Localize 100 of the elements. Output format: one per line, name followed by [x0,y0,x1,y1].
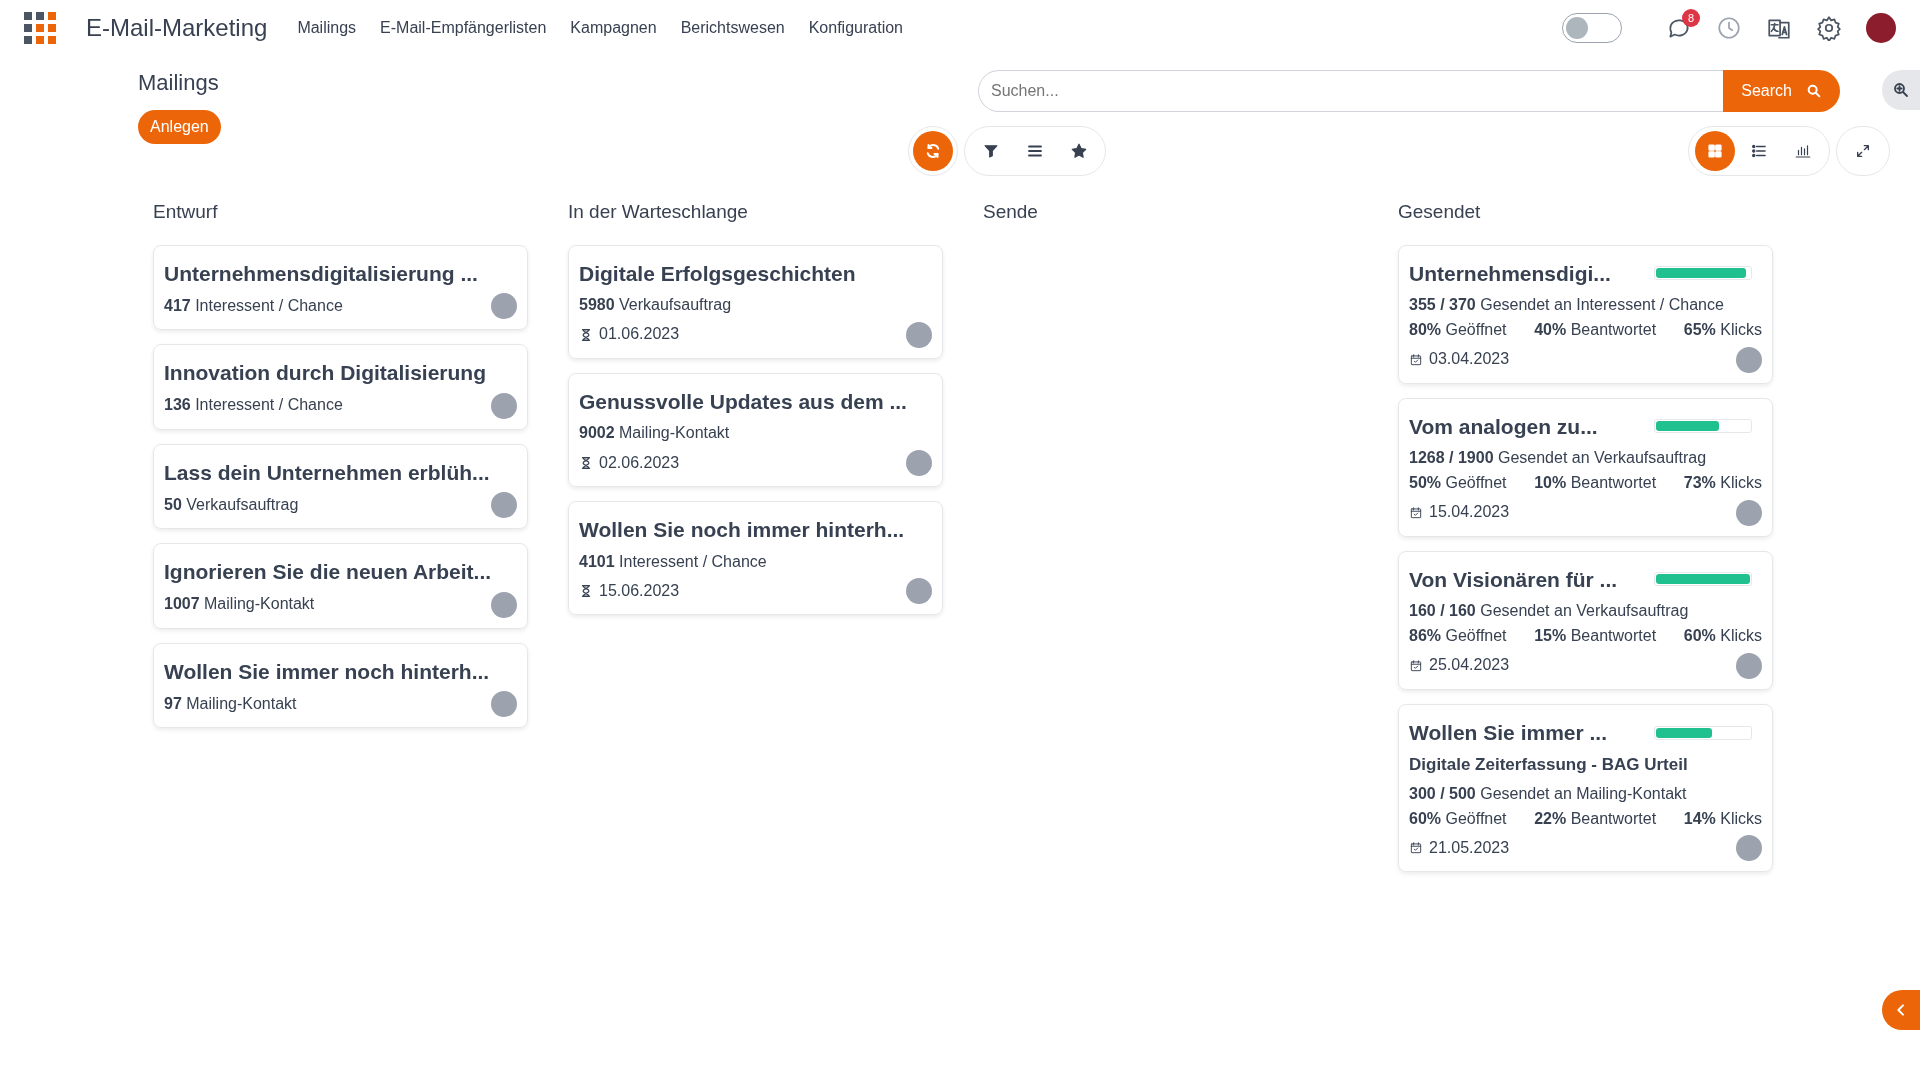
card-date: 01.06.2023 [599,324,680,345]
hourglass-icon [579,584,593,599]
mailing-card[interactable]: Digitale Erfolgsgeschichten 5980 Verkaufsauftrag 01.06.2023 [568,244,943,359]
user-avatar[interactable] [1866,13,1896,43]
hourglass-icon [579,327,593,342]
app-title: E-Mail-Marketing [86,13,268,43]
mailing-card[interactable]: Unternehmensdigitalisierung ... 417 Interessent / Chance [153,244,528,330]
expand-icon [1855,143,1871,159]
card-date: 25.04.2023 [1429,655,1510,676]
avatar-circle [1736,652,1762,679]
calendar-icon [1409,505,1423,520]
avatar-circle [1736,499,1762,526]
recipient-count: 50 Verkaufsauftrag [164,494,299,515]
card-date: 02.06.2023 [599,452,680,473]
recipient-count: 160 / 160 Gesendet an Verkaufsauftrag [1409,601,1690,622]
stat-text: 10% Beantwortet [1534,472,1657,493]
card-title: Ignorieren Sie die neuen Arbeit... [164,559,492,585]
column-title: Sende [983,200,1039,224]
stat-text: 15% Beantwortet [1534,626,1657,646]
calendar-icon [1409,841,1423,856]
avatar-circle [906,450,932,477]
recipient-count: 300 / 500 Gesendet an Mailing-Kontakt [1409,783,1688,804]
recipient-count: 4101 Interessent / Chance [579,551,768,572]
avatar-circle [1736,835,1762,862]
avatar-circle [1736,346,1762,373]
card-date: 03.04.2023 [1429,349,1510,370]
column-title: Gesendet [1398,200,1482,224]
card-title: Vom analogen zu... [1409,413,1598,440]
menu-link[interactable]: Kampagnen [570,16,657,40]
search-field[interactable]: Suchen... [978,70,1724,112]
card-title: Unternehmensdigi... [1409,260,1611,287]
stat-text: 22% Beantwortet [1534,808,1657,829]
stat-text: 60% Klicks [1683,626,1762,646]
list-icon [1750,142,1768,160]
card-date: 15.06.2023 [599,581,680,601]
star-icon [1070,142,1088,160]
stat-text: 86% Geöffnet [1409,626,1507,646]
notification-count: 8 [1682,9,1700,27]
apps-menu-icon[interactable] [24,12,56,44]
menu-link[interactable]: Mailings [297,16,357,40]
avatar-circle [906,321,932,348]
card-title: Genussvolle Updates aus dem ... [579,388,907,415]
stat-text: 65% Klicks [1683,319,1762,340]
card-date: 15.04.2023 [1429,502,1510,523]
avatar-circle [491,392,517,419]
zoom-in-icon [1892,81,1910,99]
mailing-card[interactable]: Wollen Sie immer ... Digitale Zeiterfassung - BAG Urteil 300 / 500 Gesendet an Mailing-Kontakt 60% Geöffnet 22% Beantwortet 14% Klicks 21.05.2023 [1398,703,1773,873]
recipient-count: 1007 Mailing-Kontakt [164,594,315,615]
avatar-circle [491,492,517,518]
card-title: Digitale Erfolgsgeschichten [579,260,856,287]
refresh-icon [924,142,942,160]
recipient-count: 1268 / 1900 Gesendet an Verkaufsauftrag [1409,448,1708,469]
mailing-card[interactable]: Unternehmensdigi... 355 / 370 Gesendet an Interessent / Chance 80% Geöffnet 40% Beantwortet 65% Klicks 03.04.2023 [1398,244,1773,384]
mailing-card[interactable]: Ignorieren Sie die neuen Arbeit... 1007 Mailing-Kontakt [153,543,528,629]
grid-icon [1706,142,1724,160]
menu-link[interactable]: Berichtswesen [680,16,785,40]
column-title: In der Warteschlange [568,200,749,224]
filter-icon [983,143,999,159]
avatar-circle [491,293,517,319]
settings-icon[interactable] [1816,15,1842,41]
stat-text: 73% Klicks [1683,472,1762,493]
card-title: Innovation durch Digitalisierung [164,360,486,386]
bar-chart-icon [1794,142,1812,160]
stat-text: 14% Klicks [1683,808,1762,829]
menu-link[interactable]: E-Mail-Empfängerlisten [380,16,547,40]
card-title: Wollen Sie noch immer hinterh... [579,517,905,544]
calendar-icon [1409,658,1423,673]
refresh-button[interactable] [913,131,953,171]
card-title: Lass dein Unternehmen erblüh... [164,459,490,486]
card-title: Wollen Sie immer noch hinterh... [164,658,490,685]
mailing-card[interactable]: Genussvolle Updates aus dem ... 9002 Mailing-Kontakt 02.06.2023 [568,372,943,488]
avatar-circle [491,591,517,618]
card-subtitle: Digitale Zeiterfassung - BAG Urteil [1409,754,1689,777]
mailing-card[interactable]: Lass dein Unternehmen erblüh... 50 Verkaufsauftrag [153,443,528,529]
avatar-circle [491,691,517,717]
card-date: 21.05.2023 [1429,837,1510,858]
menu-link[interactable]: Konfiguration [808,16,903,40]
recipient-count: 355 / 370 Gesendet an Interessent / Chance [1409,295,1725,315]
hourglass-icon [579,456,593,471]
recipient-count: 9002 Mailing-Kontakt [579,423,731,444]
calendar-icon [1409,352,1423,367]
mailing-card[interactable]: Wollen Sie immer noch hinterh... 97 Mailing-Kontakt [153,642,528,728]
stat-text: 80% Geöffnet [1409,319,1507,340]
recipient-count: 136 Interessent / Chance [164,395,343,416]
card-title: Von Visionären für ... [1409,566,1618,593]
stat-text: 40% Beantwortet [1534,319,1657,340]
mailing-card[interactable]: Vom analogen zu... 1268 / 1900 Gesendet an Verkaufsauftrag 50% Geöffnet 10% Beantwortet 73% Klicks 15.04.2023 [1398,397,1773,537]
zoom-tab[interactable] [1882,70,1920,110]
stat-text: 60% Geöffnet [1409,808,1507,829]
recipient-count: 97 Mailing-Kontakt [164,693,297,714]
avatar-circle [906,578,932,605]
mailing-card[interactable]: Innovation durch Digitalisierung 136 Interessent / Chance [153,344,528,430]
mailing-card[interactable]: Von Visionären für ... 160 / 160 Gesendet an Verkaufsauftrag 86% Geöffnet 15% Beantwortet 60% Klicks 25.04.2023 [1398,550,1773,690]
recipient-count: 5980 Verkaufsauftrag [579,295,733,315]
side-panel-toggle[interactable] [1882,990,1920,1030]
card-title: Unternehmensdigitalisierung ... [164,260,478,287]
stat-text: 50% Geöffnet [1409,472,1507,493]
column-title: Entwurf [153,200,219,224]
mailing-card[interactable]: Wollen Sie noch immer hinterh... 4101 Interessent / Chance 15.06.2023 [568,501,943,616]
card-title: Wollen Sie immer ... [1409,719,1607,746]
